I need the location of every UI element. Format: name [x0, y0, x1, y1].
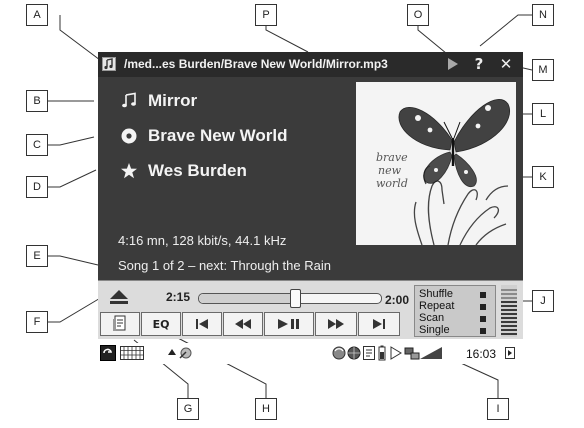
app-icon[interactable] [102, 57, 116, 71]
level-meter-segment [501, 309, 517, 311]
mode-scan[interactable]: Scan [419, 312, 444, 324]
seek-progress [199, 294, 295, 303]
level-meter-segment [501, 293, 517, 295]
fast-forward-button[interactable] [315, 312, 357, 336]
scan-indicator [480, 316, 486, 322]
level-meter-segment [501, 325, 517, 327]
player-window: /med...es Burden/Brave New World/Mirror.… [98, 52, 523, 280]
callout-g: G [177, 398, 199, 420]
seek-thumb[interactable] [290, 289, 301, 308]
callout-e: E [26, 245, 48, 267]
format-info: 4:16 mn, 128 kbit/s, 44.1 kHz [118, 233, 287, 248]
mode-shuffle[interactable]: Shuffle [419, 288, 453, 300]
media-tray-icon[interactable] [390, 346, 402, 360]
volume-level-meter[interactable] [501, 285, 517, 337]
file-path: /med...es Burden/Brave New World/Mirror.… [124, 57, 388, 71]
fast-forward-icon [328, 319, 344, 329]
play-mode-button[interactable] [444, 55, 462, 73]
taskbar: 16:03 [98, 343, 523, 364]
callout-p: P [255, 4, 277, 26]
taskbar-clock[interactable]: 16:03 [466, 347, 496, 361]
volume-tray-icon[interactable] [420, 347, 442, 359]
equalizer-button[interactable]: EQ [141, 312, 181, 336]
elapsed-time: 2:15 [166, 290, 191, 304]
rewind-icon [235, 319, 251, 329]
pen-input-icon[interactable] [178, 346, 192, 360]
playlist-button[interactable] [100, 312, 140, 336]
play-mode-panel: Shuffle Repeat Scan Single [414, 285, 496, 337]
playlist-status: Song 1 of 2 – next: Through the Rain [118, 258, 331, 273]
notes-tray-icon[interactable] [362, 345, 376, 361]
eject-icon [110, 290, 128, 304]
artist-name: Wes Burden [148, 161, 247, 180]
music-note-icon [118, 90, 140, 112]
repeat-indicator [480, 304, 486, 310]
callout-f: F [26, 311, 48, 333]
level-meter-segment [501, 301, 517, 303]
play-triangle-icon [448, 58, 458, 70]
album-row: Brave New World [118, 125, 288, 147]
album-name: Brave New World [148, 126, 288, 145]
cover-word-1: brave [376, 151, 408, 164]
play-pause-icon [278, 319, 299, 329]
network-tray-icon[interactable] [404, 345, 420, 361]
callout-b: B [26, 90, 48, 112]
start-icon[interactable] [100, 345, 116, 361]
callout-a: A [26, 4, 48, 26]
album-cover-art: brave new world [356, 82, 516, 245]
callout-i: I [487, 398, 509, 420]
previous-track-button[interactable] [182, 312, 222, 336]
level-meter-segment [501, 305, 517, 307]
callout-k: K [532, 166, 554, 188]
mode-repeat[interactable]: Repeat [419, 300, 454, 312]
cover-word-3: world [376, 177, 408, 190]
callout-h: H [255, 398, 277, 420]
skip-previous-icon [196, 319, 208, 329]
keyboard-icon[interactable] [120, 346, 144, 360]
input-up-arrow-icon[interactable] [168, 348, 176, 356]
rewind-button[interactable] [223, 312, 263, 336]
playlist-icon [113, 315, 126, 331]
level-meter-segment [501, 333, 517, 335]
cover-word-2: new [378, 164, 402, 177]
level-meter-segment [501, 329, 517, 331]
callout-n: N [532, 4, 554, 26]
callout-l: L [532, 103, 554, 125]
callout-j: J [532, 290, 554, 312]
remaining-time: 2:00 [385, 293, 410, 307]
mode-single[interactable]: Single [419, 324, 450, 336]
artist-row: Wes Burden [118, 160, 247, 182]
level-meter-segment [501, 289, 517, 291]
disc-icon [118, 125, 140, 147]
star-icon [118, 160, 140, 182]
single-indicator [480, 328, 486, 334]
globe-tray-icon[interactable] [347, 345, 361, 361]
callout-o: O [407, 4, 429, 26]
play-pause-button[interactable] [264, 312, 314, 336]
callout-d: D [26, 176, 48, 198]
close-button[interactable]: ✕ [496, 55, 516, 73]
help-button[interactable]: ? [470, 55, 488, 73]
track-title: Mirror [148, 91, 198, 110]
level-meter-segment [501, 317, 517, 319]
level-meter-segment [501, 321, 517, 323]
wifi-tray-icon[interactable] [332, 345, 346, 361]
shuffle-indicator [480, 292, 486, 298]
seek-bar[interactable] [198, 289, 382, 308]
level-meter-segment [501, 297, 517, 299]
skip-next-icon [373, 319, 385, 329]
title-bar[interactable]: /med...es Burden/Brave New World/Mirror.… [98, 52, 523, 77]
next-track-button[interactable] [358, 312, 400, 336]
callout-m: M [532, 59, 554, 81]
level-meter-segment [501, 313, 517, 315]
tray-expand-icon[interactable] [505, 347, 515, 359]
track-title-row: Mirror [118, 90, 197, 112]
battery-tray-icon[interactable] [378, 345, 386, 361]
callout-c: C [26, 134, 48, 156]
eject-button[interactable] [104, 287, 134, 307]
control-panel: 2:15 2:00 EQ Shuffle Repeat Scan Single [98, 280, 523, 339]
